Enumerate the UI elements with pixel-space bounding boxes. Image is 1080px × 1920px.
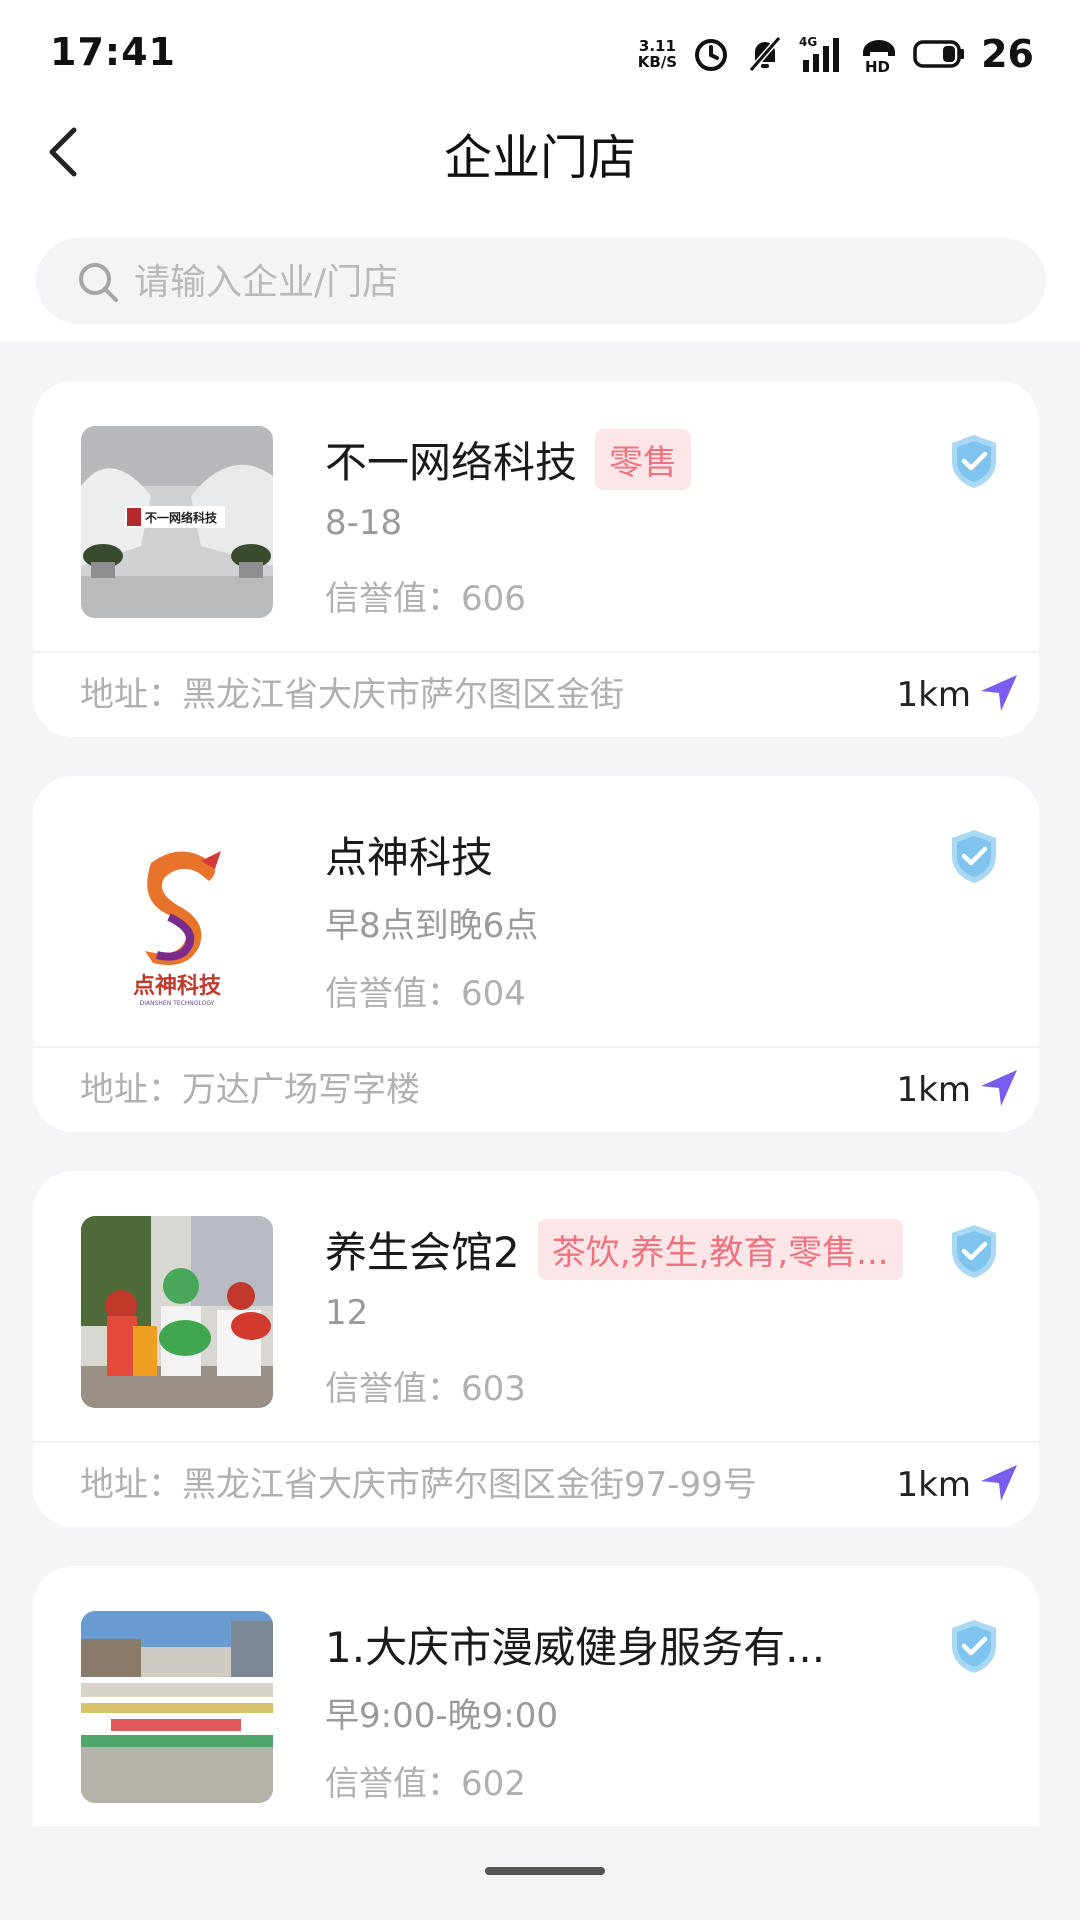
store-name-row: 1.大庆市漫威健身服务有... bbox=[325, 1614, 825, 1675]
store-name-row: 点神科技 bbox=[325, 824, 493, 885]
verified-shield-icon bbox=[952, 830, 996, 883]
network-speed-value: 3.11 bbox=[638, 37, 676, 55]
store-name: 1.大庆市漫威健身服务有... bbox=[325, 1623, 826, 1672]
navigate-icon[interactable] bbox=[979, 673, 1019, 713]
card-divider bbox=[33, 1441, 1039, 1443]
logo-text: 点神科技 bbox=[133, 973, 222, 999]
store-credit-score: 信誉值：603 bbox=[325, 1369, 526, 1409]
store-photo bbox=[81, 1611, 273, 1803]
store-name: 不一网络科技 bbox=[325, 438, 578, 487]
verified-shield-icon bbox=[952, 1225, 996, 1278]
page-title: 企业门店 bbox=[443, 130, 636, 186]
card-divider bbox=[33, 651, 1039, 653]
store-hours: 12 bbox=[325, 1293, 369, 1333]
store-sign-text: 不一网络科技 bbox=[145, 510, 218, 525]
store-address: 地址：黑龙江省大庆市萨尔图区金街97-99号 bbox=[80, 1465, 757, 1505]
card-divider bbox=[33, 1046, 1039, 1048]
store-logo: 点神科技 DIANSHEN TECHNOLOGY bbox=[81, 821, 273, 1013]
navigate-icon[interactable] bbox=[979, 1068, 1019, 1108]
store-distance: 1km bbox=[896, 1465, 971, 1505]
search-input[interactable] bbox=[132, 250, 996, 314]
status-bar: 17:41 3.11 KB/S 4G HD 26 bbox=[0, 0, 1080, 100]
store-name: 点神科技 bbox=[325, 833, 494, 882]
navigate-icon[interactable] bbox=[979, 1463, 1019, 1503]
store-category-tag: 零售 bbox=[595, 429, 692, 490]
store-credit-score: 信誉值：602 bbox=[325, 1764, 526, 1804]
search-bar[interactable] bbox=[36, 238, 1046, 324]
store-name-row: 不一网络科技 零售 bbox=[325, 429, 692, 490]
network-type-label: 4G bbox=[799, 35, 817, 49]
store-photo: 不一网络科技 bbox=[81, 426, 273, 618]
store-hours: 8-18 bbox=[325, 503, 403, 543]
search-icon bbox=[79, 263, 118, 302]
verified-shield-icon bbox=[952, 1620, 996, 1673]
store-card[interactable]: 点神科技 DIANSHEN TECHNOLOGY 点神科技 早8点到晚6点 信誉… bbox=[33, 776, 1039, 1132]
store-card[interactable]: 不一网络科技 不一网络科技 零售 8-18 信誉值：606 地址：黑龙江省大庆市… bbox=[33, 381, 1039, 737]
store-card[interactable]: 养生会馆2 茶饮,养生,教育,零售... 12 信誉值：603 地址：黑龙江省大… bbox=[33, 1171, 1039, 1527]
store-photo bbox=[81, 1216, 273, 1408]
store-name: 养生会馆2 bbox=[325, 1228, 520, 1277]
network-speed: 3.11 KB/S bbox=[638, 38, 677, 70]
status-icons: 3.11 KB/S 4G HD 26 bbox=[638, 30, 1034, 78]
battery-level: 26 bbox=[981, 32, 1034, 76]
store-name-row: 养生会馆2 茶饮,养生,教育,零售... bbox=[325, 1219, 903, 1280]
store-credit-score: 信誉值：606 bbox=[325, 579, 526, 619]
bell-muted-icon bbox=[748, 36, 782, 72]
store-address: 地址：万达广场写字楼 bbox=[80, 1070, 420, 1110]
logo-subtext: DIANSHEN TECHNOLOGY bbox=[140, 1000, 215, 1007]
store-hours: 早8点到晚6点 bbox=[325, 906, 539, 946]
battery-icon bbox=[913, 40, 965, 68]
store-distance: 1km bbox=[896, 1070, 971, 1110]
store-address: 地址：黑龙江省大庆市萨尔图区金街 bbox=[80, 675, 624, 715]
store-hours: 早9:00-晚9:00 bbox=[325, 1696, 558, 1736]
alarm-icon bbox=[695, 39, 728, 71]
network-speed-unit: KB/S bbox=[637, 53, 678, 71]
store-credit-score: 信誉值：604 bbox=[325, 974, 526, 1014]
status-time: 17:41 bbox=[50, 30, 176, 74]
cellular-signal-icon: 4G bbox=[799, 35, 840, 72]
home-indicator[interactable] bbox=[485, 1867, 605, 1875]
store-category-tag: 茶饮,养生,教育,零售... bbox=[537, 1219, 903, 1280]
hd-call-icon: HD bbox=[863, 40, 896, 74]
store-distance: 1km bbox=[896, 675, 971, 715]
hd-label: HD bbox=[865, 58, 890, 74]
verified-shield-icon bbox=[952, 435, 996, 488]
